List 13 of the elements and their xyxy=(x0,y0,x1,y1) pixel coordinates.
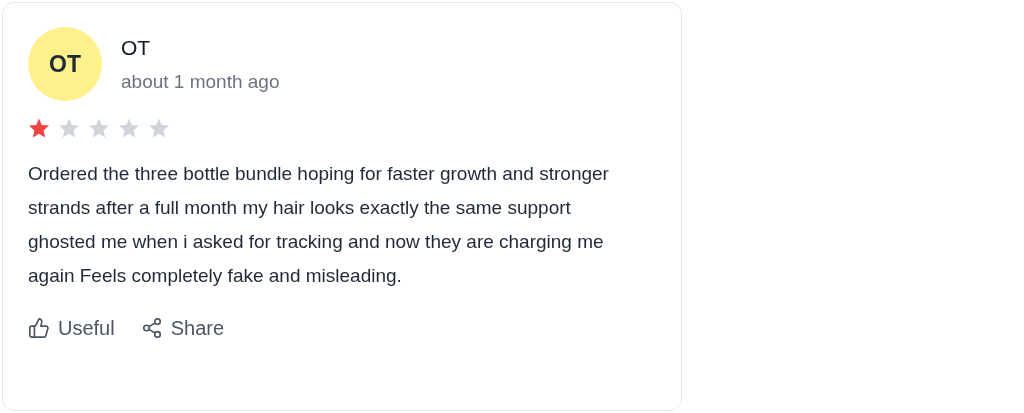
useful-button[interactable]: Useful xyxy=(28,313,115,343)
share-button[interactable]: Share xyxy=(140,313,225,343)
star-icon xyxy=(148,117,170,139)
author-name: OT xyxy=(121,35,152,61)
star-icon xyxy=(58,117,80,139)
review-text: Ordered the three bottle bundle hoping for faster growth and stronger strands after a full month my hair looks exactly the same support ghosted me when i asked for tracking and now they are charging me again Feels completely fake and misleading. xyxy=(28,162,610,288)
review-time: about 1 month ago xyxy=(121,70,280,94)
avatar: OT xyxy=(28,27,102,101)
thumbs-up-icon xyxy=(28,317,50,339)
share-icon xyxy=(140,317,163,339)
star-icon xyxy=(28,117,50,139)
star-icon xyxy=(88,117,110,139)
star-icon xyxy=(118,117,140,139)
